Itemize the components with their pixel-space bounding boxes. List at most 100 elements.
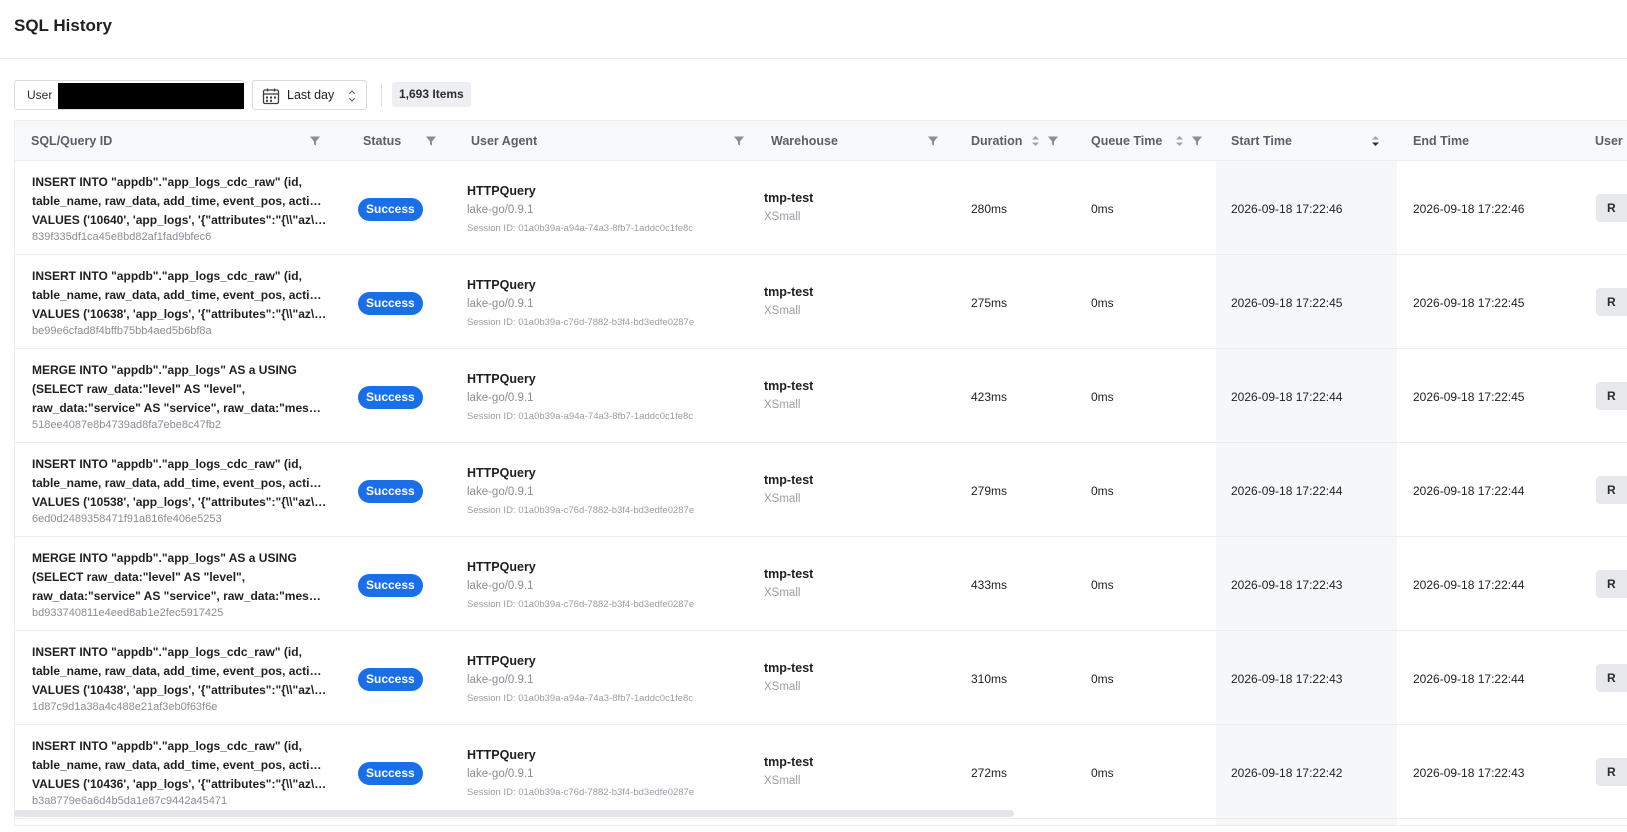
updown-icon [348, 90, 356, 102]
end-time-value: 2026-09-18 17:22:45 [1413, 390, 1525, 404]
user-agent-version: lake-go/0.9.1 [467, 486, 534, 498]
warehouse-size: XSmall [764, 775, 801, 787]
table-row[interactable]: MERGE INTO "appdb"."app_logs" AS a USING… [15, 537, 1627, 631]
sql-text[interactable]: MERGE INTO "appdb"."app_logs" AS a USING… [32, 549, 327, 606]
sort-icon[interactable] [1371, 134, 1380, 148]
warehouse-name: tmp-test [764, 661, 814, 675]
warehouse-size: XSmall [764, 305, 801, 317]
column-header-user-agent: User Agent [471, 134, 538, 148]
user-filter-label: User [27, 88, 53, 102]
page-title: SQL History [14, 16, 112, 35]
queue-time-value: 0ms [1091, 578, 1114, 592]
sql-text[interactable]: INSERT INTO "appdb"."app_logs_cdc_raw" (… [32, 267, 327, 324]
start-time-value: 2026-09-18 17:22:44 [1231, 484, 1343, 498]
column-header-queue-time: Queue Time [1091, 134, 1163, 148]
user-filter[interactable]: User [14, 80, 244, 110]
filter-icon[interactable] [927, 135, 939, 147]
filter-icon[interactable] [733, 135, 745, 147]
user-agent-version: lake-go/0.9.1 [467, 674, 534, 686]
user-avatar-button[interactable]: R [1596, 194, 1627, 222]
end-time-value: 2026-09-18 17:22:44 [1413, 484, 1525, 498]
filter-divider [381, 84, 382, 106]
session-id: Session ID: 01a0b39a-a94a-74a3-8fb7-1add… [467, 693, 694, 704]
status-badge: Success [358, 480, 423, 503]
start-time-value: 2026-09-18 17:22:45 [1231, 296, 1343, 310]
user-avatar-button[interactable]: R [1596, 664, 1627, 692]
warehouse-size: XSmall [764, 681, 801, 693]
query-id[interactable]: 839f335df1ca45e8bd82af1fad9bfec6 [32, 231, 211, 243]
user-agent-version: lake-go/0.9.1 [467, 392, 534, 404]
queue-time-value: 0ms [1091, 202, 1114, 216]
query-id[interactable]: 1d87c9d1a38a4c488e21af3eb0f63f6e [32, 701, 217, 713]
table-row[interactable]: INSERT INTO "appdb"."app_logs_cdc_raw" (… [15, 725, 1627, 819]
status-badge: Success [358, 668, 423, 691]
status-badge: Success [358, 386, 423, 409]
warehouse-name: tmp-test [764, 473, 814, 487]
session-id: Session ID: 01a0b39a-c76d-7882-b3f4-bd3e… [467, 787, 695, 798]
status-badge: Success [358, 574, 423, 597]
end-time-value: 2026-09-18 17:22:44 [1413, 672, 1525, 686]
sql-text[interactable]: INSERT INTO "appdb"."app_logs_cdc_raw" (… [32, 643, 327, 700]
user-avatar-button[interactable]: R [1596, 476, 1627, 504]
column-header-user: User [1595, 134, 1623, 148]
date-range-label: Last day [287, 88, 335, 102]
sql-text[interactable]: INSERT INTO "appdb"."app_logs_cdc_raw" (… [32, 173, 327, 230]
query-id[interactable]: be99e6cfad8f4bffb75bb4aed5b6bf8a [32, 325, 212, 337]
filter-icon[interactable] [309, 135, 321, 147]
session-id: Session ID: 01a0b39a-a94a-74a3-8fb7-1add… [467, 223, 694, 234]
column-header-start-time: Start Time [1231, 134, 1292, 148]
filter-icon[interactable] [1047, 135, 1059, 147]
warehouse-name: tmp-test [764, 567, 814, 581]
query-id[interactable]: bd933740811e4eed8ab1e2fec5917425 [32, 607, 223, 619]
date-range-select[interactable]: Last day [252, 80, 367, 110]
start-time-value: 2026-09-18 17:22:46 [1231, 202, 1343, 216]
sort-icon[interactable] [1031, 134, 1040, 148]
user-agent-name: HTTPQuery [467, 372, 536, 386]
start-time-value: 2026-09-18 17:22:43 [1231, 672, 1343, 686]
table-row[interactable]: INSERT INTO "appdb"."app_logs_cdc_raw" (… [15, 631, 1627, 725]
user-agent-name: HTTPQuery [467, 466, 536, 480]
filter-icon[interactable] [425, 135, 437, 147]
table-header: SQL/Query ID Status User Agent Warehouse… [15, 121, 1627, 161]
warehouse-name: tmp-test [764, 191, 814, 205]
user-avatar-button[interactable]: R [1596, 288, 1627, 316]
filter-icon[interactable] [1191, 135, 1203, 147]
duration-value: 275ms [971, 296, 1008, 310]
start-time-value: 2026-09-18 17:22:42 [1231, 766, 1343, 780]
column-header-duration: Duration [971, 134, 1023, 148]
user-avatar-button[interactable]: R [1596, 382, 1627, 410]
table-row[interactable]: INSERT INTO "appdb"."app_logs_cdc_raw" (… [15, 161, 1627, 255]
warehouse-size: XSmall [764, 587, 801, 599]
sql-text[interactable]: INSERT INTO "appdb"."app_logs_cdc_raw" (… [32, 455, 327, 512]
horizontal-scrollbar[interactable] [14, 810, 1014, 817]
column-header-status: Status [363, 134, 402, 148]
sort-icon[interactable] [1175, 134, 1184, 148]
session-id: Session ID: 01a0b39a-c76d-7882-b3f4-bd3e… [467, 599, 695, 610]
query-id[interactable]: 6ed0d2489358471f91a816fe406e5253 [32, 513, 222, 525]
warehouse-size: XSmall [764, 211, 801, 223]
queue-time-value: 0ms [1091, 484, 1114, 498]
duration-value: 423ms [971, 390, 1008, 404]
session-id: Session ID: 01a0b39a-a94a-74a3-8fb7-1add… [467, 411, 694, 422]
end-time-value: 2026-09-18 17:22:44 [1413, 578, 1525, 592]
table-row[interactable]: MERGE INTO "appdb"."app_logs" AS a USING… [15, 349, 1627, 443]
table-row[interactable]: INSERT INTO "appdb"."app_logs_cdc_raw" (… [15, 443, 1627, 537]
query-id[interactable]: 518ee4087e8b4739ad8fa7ebe8c47fb2 [32, 419, 221, 431]
sql-text[interactable]: INSERT INTO "appdb"."app_logs_cdc_raw" (… [32, 737, 327, 794]
queue-time-value: 0ms [1091, 296, 1114, 310]
user-avatar-button[interactable]: R [1596, 758, 1627, 786]
column-header-end-time: End Time [1413, 134, 1470, 148]
user-avatar-button[interactable]: R [1596, 570, 1627, 598]
session-id: Session ID: 01a0b39a-c76d-7882-b3f4-bd3e… [467, 505, 695, 516]
query-id[interactable]: b3a8779e6a6d4b5da1e87c9442a45471 [32, 795, 227, 807]
user-agent-name: HTTPQuery [467, 184, 536, 198]
duration-value: 310ms [971, 672, 1008, 686]
user-agent-name: HTTPQuery [467, 278, 536, 292]
start-time-value: 2026-09-18 17:22:43 [1231, 578, 1343, 592]
table-row[interactable]: INSERT INTO "appdb"."app_logs_cdc_raw" (… [15, 255, 1627, 349]
queue-time-value: 0ms [1091, 766, 1114, 780]
end-time-value: 2026-09-18 17:22:43 [1413, 766, 1525, 780]
sql-text[interactable]: MERGE INTO "appdb"."app_logs" AS a USING… [32, 361, 327, 418]
filter-bar: User Last day 1,693 Items [14, 80, 1614, 110]
warehouse-size: XSmall [764, 399, 801, 411]
